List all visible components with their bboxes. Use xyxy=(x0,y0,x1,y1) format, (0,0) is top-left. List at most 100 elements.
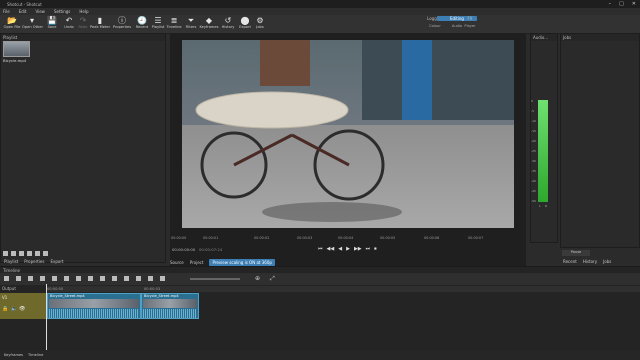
zoom-fit-icon[interactable]: ⤢ xyxy=(270,275,275,283)
track-header-v1[interactable]: V1 🔒 🔈 👁 xyxy=(0,293,46,319)
tab-recent[interactable]: Recent xyxy=(563,259,577,264)
menu-help[interactable]: Help xyxy=(79,9,88,14)
timeline-ruler[interactable]: 00:00:00 00:00:03 xyxy=(46,286,640,292)
clip-thumbnail[interactable] xyxy=(3,41,30,57)
close-button[interactable]: ✕ xyxy=(632,1,636,7)
hide-icon[interactable]: 👁 xyxy=(19,306,25,312)
filter-icon: ⏷ xyxy=(187,16,195,25)
title-bar: Shotcut - Shotcut – □ ✕ xyxy=(0,0,640,8)
ripple-icon[interactable] xyxy=(136,276,141,281)
tab-source[interactable]: Source xyxy=(170,260,184,265)
copy-icon[interactable] xyxy=(28,276,33,281)
window-title: Shotcut - Shotcut xyxy=(7,1,42,7)
skip-end-icon[interactable]: ⏭ xyxy=(366,246,371,252)
zoom-in-icon[interactable]: ⊕ xyxy=(255,275,260,282)
keyframes-button[interactable]: ◆ Keyframes xyxy=(199,16,219,33)
scrub-icon[interactable] xyxy=(124,276,129,281)
remove-icon[interactable] xyxy=(11,251,16,256)
cut-icon[interactable] xyxy=(16,276,21,281)
playlist-tabs: Playlist Properties Export xyxy=(4,259,64,264)
menu-edit[interactable]: Edit xyxy=(19,9,27,14)
menu-settings[interactable]: Settings xyxy=(54,9,70,14)
current-time[interactable]: 00:00:00:00 xyxy=(172,247,195,252)
menu-view[interactable]: View xyxy=(35,9,45,14)
tab-playlist[interactable]: Playlist xyxy=(4,259,18,264)
tab-export[interactable]: Export xyxy=(50,259,63,264)
playlist-title: Playlist xyxy=(1,34,165,41)
timeline-menu-icon[interactable] xyxy=(4,276,9,281)
zoom-out-icon[interactable] xyxy=(160,276,165,281)
video-preview xyxy=(182,40,514,228)
playlist-controls xyxy=(3,251,48,256)
properties-icon: ⓘ xyxy=(118,16,126,25)
keyframes-icon: ◆ xyxy=(205,16,213,25)
peak-meter-button[interactable]: ▮ Peak Meter xyxy=(90,16,110,33)
add-icon[interactable] xyxy=(3,251,8,256)
tab-jobs[interactable]: Jobs xyxy=(603,259,611,264)
minimize-button[interactable]: – xyxy=(609,1,612,7)
video-frame-image xyxy=(182,40,514,228)
player-ruler[interactable]: 00:00:00 00:00:01 00:00:02 00:00:03 00:0… xyxy=(170,236,526,243)
paste-icon[interactable] xyxy=(40,276,45,281)
menu-icon[interactable] xyxy=(43,251,48,256)
append-icon[interactable] xyxy=(52,276,57,281)
maximize-button[interactable]: □ xyxy=(619,1,624,7)
clip-label: Bicycle_Street.mp4 xyxy=(144,294,179,298)
total-time: 00:00:07:24 xyxy=(199,247,223,252)
lock-icon[interactable]: 🔒 xyxy=(2,306,8,312)
stop-icon[interactable]: ⏹ xyxy=(374,246,377,252)
lift-icon[interactable] xyxy=(76,276,81,281)
pause-button[interactable]: Pause xyxy=(562,250,590,256)
timeline-toolbar: ⊕ ⤢ xyxy=(0,273,640,285)
filters-button[interactable]: ⏷ Filters xyxy=(181,16,201,33)
ripple-all-icon[interactable] xyxy=(148,276,153,281)
check-icon[interactable] xyxy=(19,251,24,256)
rewind-icon[interactable]: ◀◀ xyxy=(327,246,335,252)
zoom-slider[interactable] xyxy=(190,278,240,280)
menu-file[interactable]: File xyxy=(3,9,10,14)
tab-keyframes[interactable]: Keyframes xyxy=(4,353,23,357)
output-label: Output xyxy=(2,286,16,291)
skip-start-icon[interactable]: ⏮ xyxy=(318,246,323,252)
preview-scaling-notice[interactable]: Preview scaling is ON at 360p xyxy=(209,259,275,266)
audio-title: Audio... xyxy=(531,34,557,41)
clip-waveform xyxy=(49,309,139,318)
main-toolbar: 📂 Open File ▾ Open Other 💾 Save ↶ Undo ↷ Redo… xyxy=(0,15,640,34)
play-icon[interactable]: ▶ xyxy=(346,246,350,252)
properties-button[interactable]: ⓘ Properties xyxy=(112,16,132,33)
tab-properties[interactable]: Properties xyxy=(24,259,44,264)
clip-name: Bicycle.mp4 xyxy=(3,58,27,63)
open-other-button[interactable]: ▾ Open Other xyxy=(22,16,43,33)
playhead[interactable] xyxy=(46,284,47,350)
jobs-button[interactable]: ⚙ Jobs xyxy=(250,16,270,33)
list-view-icon[interactable] xyxy=(27,251,32,256)
track-label: V1 xyxy=(2,295,8,300)
fast-forward-icon[interactable]: ▶▶ xyxy=(354,246,362,252)
clip-thumbnail-strip xyxy=(143,299,197,308)
jobs-tabs: Recent History Jobs xyxy=(563,259,611,264)
grid-view-icon[interactable] xyxy=(35,251,40,256)
jobs-icon: ⚙ xyxy=(256,16,264,25)
open-file-button[interactable]: 📂 Open File xyxy=(2,16,22,33)
channel-left-label: L xyxy=(539,204,541,208)
open-other-icon: ▾ xyxy=(29,16,34,25)
overwrite-icon[interactable] xyxy=(88,276,93,281)
tab-project[interactable]: Project xyxy=(190,260,204,265)
transport-controls: ⏮ ◀◀ ◀ ▶ ▶▶ ⏭ ⏹ xyxy=(318,246,377,252)
snap-icon[interactable] xyxy=(112,276,117,281)
layout-fx[interactable]: FX Player xyxy=(450,16,490,28)
tab-history[interactable]: History xyxy=(583,259,597,264)
timeline-clip[interactable]: Bicycle_Street.mp4 xyxy=(141,293,199,319)
clip-thumbnail-strip xyxy=(49,299,139,308)
tab-timeline[interactable]: Timeline xyxy=(28,353,43,357)
player-tabs: Source Project Preview scaling is ON at … xyxy=(170,259,275,266)
timeline-clip[interactable]: Bicycle_Street.mp4 xyxy=(47,293,141,319)
split-icon[interactable] xyxy=(100,276,105,281)
menu-bar: File Edit View Settings Help xyxy=(0,8,640,15)
folder-open-icon: 📂 xyxy=(7,16,17,25)
play-reverse-icon[interactable]: ◀ xyxy=(338,246,342,252)
audio-scale: 0 -5 -10 -15 -20 -25 -30 -35 -40 -45 -50 xyxy=(531,99,536,203)
ripple-delete-icon[interactable] xyxy=(64,276,69,281)
mute-icon[interactable]: 🔈 xyxy=(11,306,17,312)
peak-meter-icon: ▮ xyxy=(97,16,103,25)
